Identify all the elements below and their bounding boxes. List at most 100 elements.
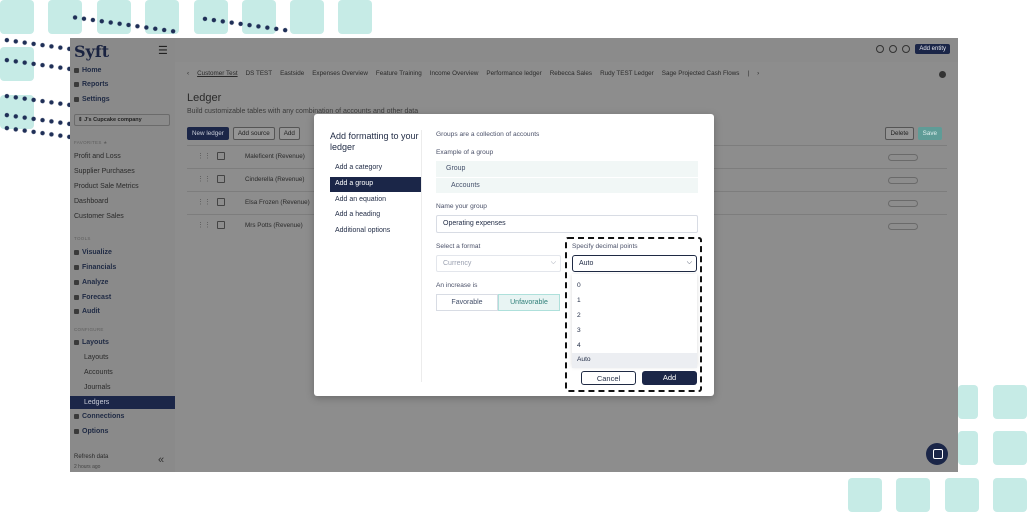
favorite-link[interactable]: Profit and Loss xyxy=(74,153,121,160)
dropdown-option-selected[interactable]: Auto xyxy=(572,353,697,368)
sidebar-item-label: Home xyxy=(82,67,102,74)
favorite-link[interactable]: Product Sale Metrics xyxy=(74,183,139,190)
unfavorable-toggle[interactable]: Unfavorable xyxy=(498,294,560,311)
sidebar-item-connections[interactable]: Connections xyxy=(74,413,124,420)
sidebar-item-analyze[interactable]: Analyze xyxy=(74,279,108,286)
sidebar-sub-journals[interactable]: Journals xyxy=(84,384,110,391)
tab-ledger[interactable]: Income Overview xyxy=(430,70,479,77)
row-label: Cinderella (Revenue) xyxy=(245,175,305,183)
tab-scroll-left-icon[interactable]: ‹ xyxy=(187,70,189,77)
row-checkbox[interactable] xyxy=(217,152,225,160)
add-button[interactable]: Add xyxy=(278,127,300,140)
refresh-data-link[interactable]: Refresh data xyxy=(74,454,108,460)
tab-ledger[interactable]: Rebecca Sales xyxy=(550,70,592,77)
drag-handle-icon[interactable]: ⋮⋮ xyxy=(197,198,211,206)
audit-icon xyxy=(74,309,79,314)
layouts-icon xyxy=(74,340,79,345)
example-group-text: Group xyxy=(446,165,466,172)
dropdown-option[interactable]: 4 xyxy=(572,339,697,354)
deco-square xyxy=(290,0,324,34)
option-additional[interactable]: Additional options xyxy=(330,224,421,239)
sidebar-item-layouts[interactable]: Layouts xyxy=(74,339,109,346)
refresh-timestamp: 2 hours ago xyxy=(74,464,101,470)
top-bar: Add entity xyxy=(175,38,958,62)
favorite-link[interactable]: Supplier Purchases xyxy=(74,168,135,175)
save-button[interactable]: Save xyxy=(917,127,942,140)
option-add-equation[interactable]: Add an equation xyxy=(330,193,421,208)
tab-ledger[interactable]: DS TEST xyxy=(246,70,272,77)
tab-scroll-right-icon[interactable]: › xyxy=(757,70,759,77)
status-badge xyxy=(888,177,918,184)
user-icon[interactable] xyxy=(889,45,898,53)
sidebar-item-financials[interactable]: Financials xyxy=(74,264,116,271)
deco-square xyxy=(958,431,978,465)
menu-icon[interactable]: ☰ xyxy=(158,44,168,57)
add-button[interactable]: Add xyxy=(642,371,697,385)
add-entity-button[interactable]: Add entity xyxy=(915,44,950,54)
dropdown-option[interactable]: 1 xyxy=(572,294,697,309)
dropdown-option[interactable]: 3 xyxy=(572,324,697,339)
table-row[interactable]: ⋮⋮ Maleficent (Revenue) xyxy=(197,152,305,160)
sidebar-item-reports[interactable]: Reports xyxy=(74,81,108,88)
tab-ledger[interactable]: Feature Training xyxy=(376,70,422,77)
shortcuts-icon[interactable] xyxy=(876,45,885,53)
sidebar-item-audit[interactable]: Audit xyxy=(74,308,100,315)
modal-divider xyxy=(421,130,422,382)
format-select[interactable]: Currency ⌵ xyxy=(436,255,561,272)
row-checkbox[interactable] xyxy=(217,175,225,183)
collapse-sidebar-icon[interactable]: « xyxy=(158,454,164,466)
cancel-button[interactable]: Cancel xyxy=(581,371,636,385)
example-divider xyxy=(436,177,698,178)
table-row[interactable]: ⋮⋮ Cinderella (Revenue) xyxy=(197,175,305,183)
row-checkbox[interactable] xyxy=(217,198,225,206)
company-selector[interactable]: ⇕ J's Cupcake company xyxy=(74,114,170,126)
sidebar-item-settings[interactable]: Settings xyxy=(74,96,110,103)
options-icon xyxy=(74,429,79,434)
tab-ledger[interactable]: Expenses Overview xyxy=(312,70,368,77)
sidebar-item-forecast[interactable]: Forecast xyxy=(74,294,111,301)
status-badge xyxy=(888,200,918,207)
decimal-select[interactable]: Auto ⌵ xyxy=(572,255,697,272)
option-add-heading[interactable]: Add a heading xyxy=(330,208,421,223)
tab-ledger[interactable]: Performance ledger xyxy=(486,70,541,77)
group-name-input[interactable]: Operating expenses xyxy=(436,215,698,233)
tab-ledger[interactable]: Eastside xyxy=(280,70,304,77)
table-row[interactable]: ⋮⋮ Elsa Frozen (Revenue) xyxy=(197,198,310,206)
row-label: Elsa Frozen (Revenue) xyxy=(245,198,310,206)
delete-button[interactable]: Delete xyxy=(885,127,914,140)
dropdown-option[interactable]: 2 xyxy=(572,309,697,324)
drag-handle-icon[interactable]: ⋮⋮ xyxy=(197,175,211,183)
syft-logo[interactable]: Syft xyxy=(74,42,109,61)
sidebar-sub-accounts[interactable]: Accounts xyxy=(84,369,113,376)
option-add-category[interactable]: Add a category xyxy=(330,161,421,176)
deco-square xyxy=(993,478,1027,512)
connections-icon xyxy=(74,414,79,419)
option-add-group[interactable]: Add a group xyxy=(330,177,421,192)
help-icon[interactable] xyxy=(939,71,946,78)
tab-ledger[interactable]: Customer Test xyxy=(197,70,237,77)
refresh-icon[interactable] xyxy=(902,45,911,53)
drag-handle-icon[interactable]: ⋮⋮ xyxy=(197,221,211,229)
group-intro-text: Groups are a collection of accounts xyxy=(436,131,540,138)
reports-icon xyxy=(74,82,79,87)
favorite-link[interactable]: Dashboard xyxy=(74,198,108,205)
deco-square xyxy=(958,385,978,419)
tab-ledger[interactable]: Rudy TEST Ledger xyxy=(600,70,654,77)
sidebar-sub-layouts[interactable]: Layouts xyxy=(84,354,109,361)
decimal-label: Specify decimal points xyxy=(572,243,638,250)
sidebar-item-ledgers[interactable]: Ledgers xyxy=(70,396,175,409)
sidebar-item-visualize[interactable]: Visualize xyxy=(74,249,112,256)
row-checkbox[interactable] xyxy=(217,221,225,229)
sidebar-item-options[interactable]: Options xyxy=(74,428,108,435)
tab-ledger[interactable]: Sage Projected Cash Flows xyxy=(662,70,740,77)
dropdown-option[interactable]: 0 xyxy=(572,279,697,294)
new-ledger-button[interactable]: New ledger xyxy=(187,127,229,140)
drag-handle-icon[interactable]: ⋮⋮ xyxy=(197,152,211,160)
sidebar-item-home[interactable]: Home xyxy=(74,67,101,74)
favorable-toggle[interactable]: Favorable xyxy=(436,294,498,311)
add-source-button[interactable]: Add source xyxy=(232,127,275,140)
chat-icon[interactable] xyxy=(926,443,948,465)
table-row[interactable]: ⋮⋮ Mrs Potts (Revenue) xyxy=(197,221,303,229)
favorite-link[interactable]: Customer Sales xyxy=(74,213,124,220)
sidebar-item-label: Connections xyxy=(82,413,125,420)
